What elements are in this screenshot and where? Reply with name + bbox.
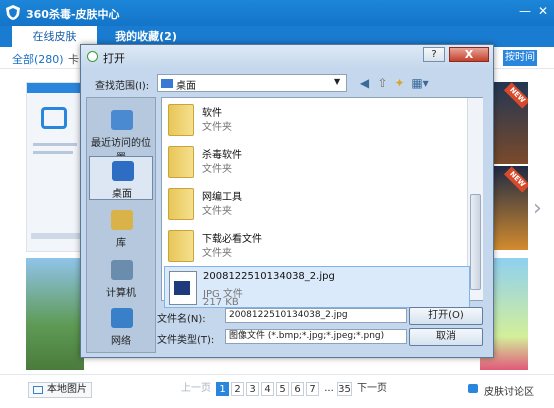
- next-page-link[interactable]: 下一页: [356, 382, 388, 396]
- up-folder-icon[interactable]: ⇧: [375, 76, 390, 91]
- page-number[interactable]: 4: [261, 382, 274, 396]
- file-name: 2008122510134038_2.jpg: [203, 271, 335, 282]
- file-name: 网编工具: [202, 192, 242, 203]
- page-number[interactable]: 5: [276, 382, 289, 396]
- file-row[interactable]: 软件 文件夹: [164, 100, 470, 142]
- next-page-arrow-icon[interactable]: ›: [533, 196, 542, 221]
- skin-thumbnail[interactable]: [26, 258, 84, 370]
- skin-discussion-link[interactable]: 皮肤讨论区: [484, 383, 534, 398]
- folder-icon: [168, 230, 194, 262]
- image-preview-icon: [174, 281, 190, 295]
- computer-icon: [111, 260, 133, 280]
- file-name: 杀毒软件: [202, 150, 242, 161]
- place-label: 库: [116, 238, 126, 249]
- shield-logo-icon: [6, 5, 20, 20]
- place-label: 计算机: [106, 288, 136, 299]
- file-type: 文件夹: [202, 164, 232, 175]
- page-number[interactable]: 1: [216, 382, 229, 396]
- new-badge: NEW: [503, 166, 528, 193]
- place-item[interactable]: 计算机: [89, 256, 153, 300]
- page-number[interactable]: 3: [246, 382, 259, 396]
- lookin-select[interactable]: 桌面 ▼: [157, 74, 347, 92]
- dialog-app-icon: [87, 51, 98, 62]
- lookin-label: 查找范围(I):: [95, 81, 150, 92]
- chevron-down-icon: ▼: [334, 77, 341, 86]
- jpg-file-icon: [169, 271, 197, 305]
- open-file-dialog: 打开 ? X 查找范围(I): 桌面 ▼ ◀ ⇧ ✦ ▦▾ 最近访问的位置桌面库…: [80, 44, 494, 358]
- back-icon[interactable]: ◀: [357, 76, 372, 91]
- place-label: 桌面: [112, 189, 132, 200]
- file-type: 文件夹: [202, 206, 232, 217]
- place-label: 网络: [111, 336, 131, 347]
- local-image-button[interactable]: 本地图片: [28, 382, 92, 398]
- prev-page-link[interactable]: 上一页: [180, 382, 212, 396]
- help-button[interactable]: ?: [423, 47, 445, 62]
- app-title: 360杀毒-皮肤中心: [26, 8, 120, 21]
- filter-all[interactable]: 全部(280): [12, 51, 64, 67]
- dialog-close-button[interactable]: X: [449, 47, 489, 62]
- image-icon: [33, 386, 43, 394]
- minimize-icon[interactable]: —: [516, 2, 534, 20]
- filetype-select[interactable]: 图像文件 (*.bmp;*.jpg;*.jpeg;*.png): [225, 329, 407, 344]
- filter-item-partial[interactable]: 卡: [68, 51, 79, 67]
- dialog-title-bar: 打开 ? X: [81, 45, 493, 69]
- file-type: 文件夹: [202, 122, 232, 133]
- filetype-label: 文件类型(T):: [157, 335, 215, 346]
- place-item[interactable]: 网络: [89, 304, 153, 348]
- lookin-value: 桌面: [176, 81, 196, 92]
- file-list: 软件 文件夹 杀毒软件 文件夹 网编工具 文件夹 下载必看文件 文件夹 200812251013…: [161, 97, 483, 308]
- recent-places-icon: [111, 110, 133, 130]
- view-menu-icon[interactable]: ▦▾: [409, 76, 431, 91]
- desktop-folder-icon: [161, 79, 173, 88]
- sort-by-time-button[interactable]: 按时间: [503, 50, 537, 66]
- page-number[interactable]: 7: [306, 382, 319, 396]
- local-image-label: 本地图片: [47, 384, 87, 395]
- place-item[interactable]: 库: [89, 206, 153, 250]
- folder-icon: [168, 188, 194, 220]
- file-size: 217 KB: [203, 297, 239, 308]
- file-row[interactable]: 网编工具 文件夹: [164, 184, 470, 226]
- file-row[interactable]: 杀毒软件 文件夹: [164, 142, 470, 184]
- page-number[interactable]: 2: [231, 382, 244, 396]
- file-name: 下载必看文件: [202, 234, 262, 245]
- page-ellipsis: ...: [324, 383, 334, 394]
- page-number-last[interactable]: 35: [337, 382, 352, 396]
- scrollbar-thumb[interactable]: [470, 194, 481, 290]
- open-button[interactable]: 打开(O): [409, 307, 483, 325]
- filename-input[interactable]: 2008122510134038_2.jpg: [225, 308, 407, 323]
- dialog-title: 打开: [103, 52, 125, 65]
- places-bar: 最近访问的位置桌面库计算机网络: [86, 97, 156, 353]
- file-type: 文件夹: [202, 248, 232, 259]
- new-folder-icon[interactable]: ✦: [392, 76, 407, 91]
- network-icon: [111, 308, 133, 328]
- file-name: 软件: [202, 108, 222, 119]
- chat-icon: [468, 384, 478, 393]
- folder-icon: [168, 146, 194, 178]
- new-badge: NEW: [503, 82, 528, 109]
- skin-thumbnail[interactable]: [26, 82, 84, 252]
- page-number[interactable]: 6: [291, 382, 304, 396]
- library-icon: [111, 210, 133, 230]
- place-item[interactable]: 最近访问的位置: [89, 106, 153, 164]
- filename-label: 文件名(N):: [157, 314, 206, 325]
- place-item[interactable]: 桌面: [89, 156, 153, 200]
- file-row[interactable]: 2008122510134038_2.jpg JPG 文件 217 KB: [164, 266, 470, 308]
- file-row[interactable]: 下载必看文件 文件夹: [164, 226, 470, 268]
- close-icon[interactable]: ✕: [534, 2, 552, 20]
- title-bar: 360杀毒-皮肤中心 — ✕: [0, 0, 554, 26]
- folder-icon: [168, 104, 194, 136]
- desktop-icon: [112, 161, 134, 181]
- cancel-button[interactable]: 取消: [409, 328, 483, 346]
